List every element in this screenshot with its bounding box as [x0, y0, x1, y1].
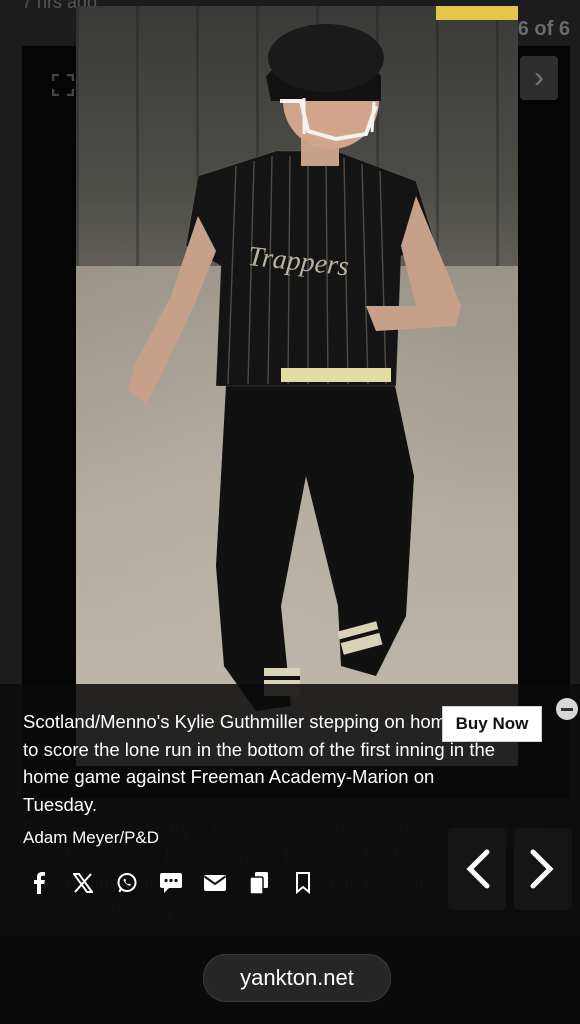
whatsapp-icon[interactable] — [114, 870, 140, 896]
gallery-counter: 6 of 6 — [517, 18, 570, 40]
softball-player-figure: Trappers — [128, 24, 461, 711]
photo-caption: Scotland/Menno's Kylie Guthmiller steppi… — [23, 711, 502, 815]
expand-icon[interactable] — [52, 74, 74, 96]
chevron-left-icon — [466, 849, 490, 889]
sms-icon[interactable] — [158, 870, 184, 896]
gallery-photo[interactable]: Trappers — [76, 6, 518, 766]
copy-icon[interactable] — [246, 870, 272, 896]
minus-icon — [561, 707, 573, 711]
chevron-right-icon — [530, 849, 554, 889]
buy-now-button[interactable]: Buy Now — [442, 706, 542, 742]
facebook-icon[interactable] — [26, 870, 52, 896]
chevron-right-icon: › — [534, 61, 544, 94]
address-bar[interactable]: yankton.net — [203, 954, 391, 1002]
email-icon[interactable] — [202, 870, 228, 896]
x-icon[interactable] — [70, 870, 96, 896]
bookmark-icon[interactable] — [290, 870, 316, 896]
gallery-next-button[interactable]: › — [520, 56, 558, 100]
share-toolbar — [26, 870, 334, 896]
photo-credit: Adam Meyer/P&D — [23, 828, 160, 847]
previous-photo-button[interactable] — [452, 838, 504, 900]
collapse-caption-button[interactable] — [556, 698, 578, 720]
next-photo-button[interactable] — [516, 838, 568, 900]
